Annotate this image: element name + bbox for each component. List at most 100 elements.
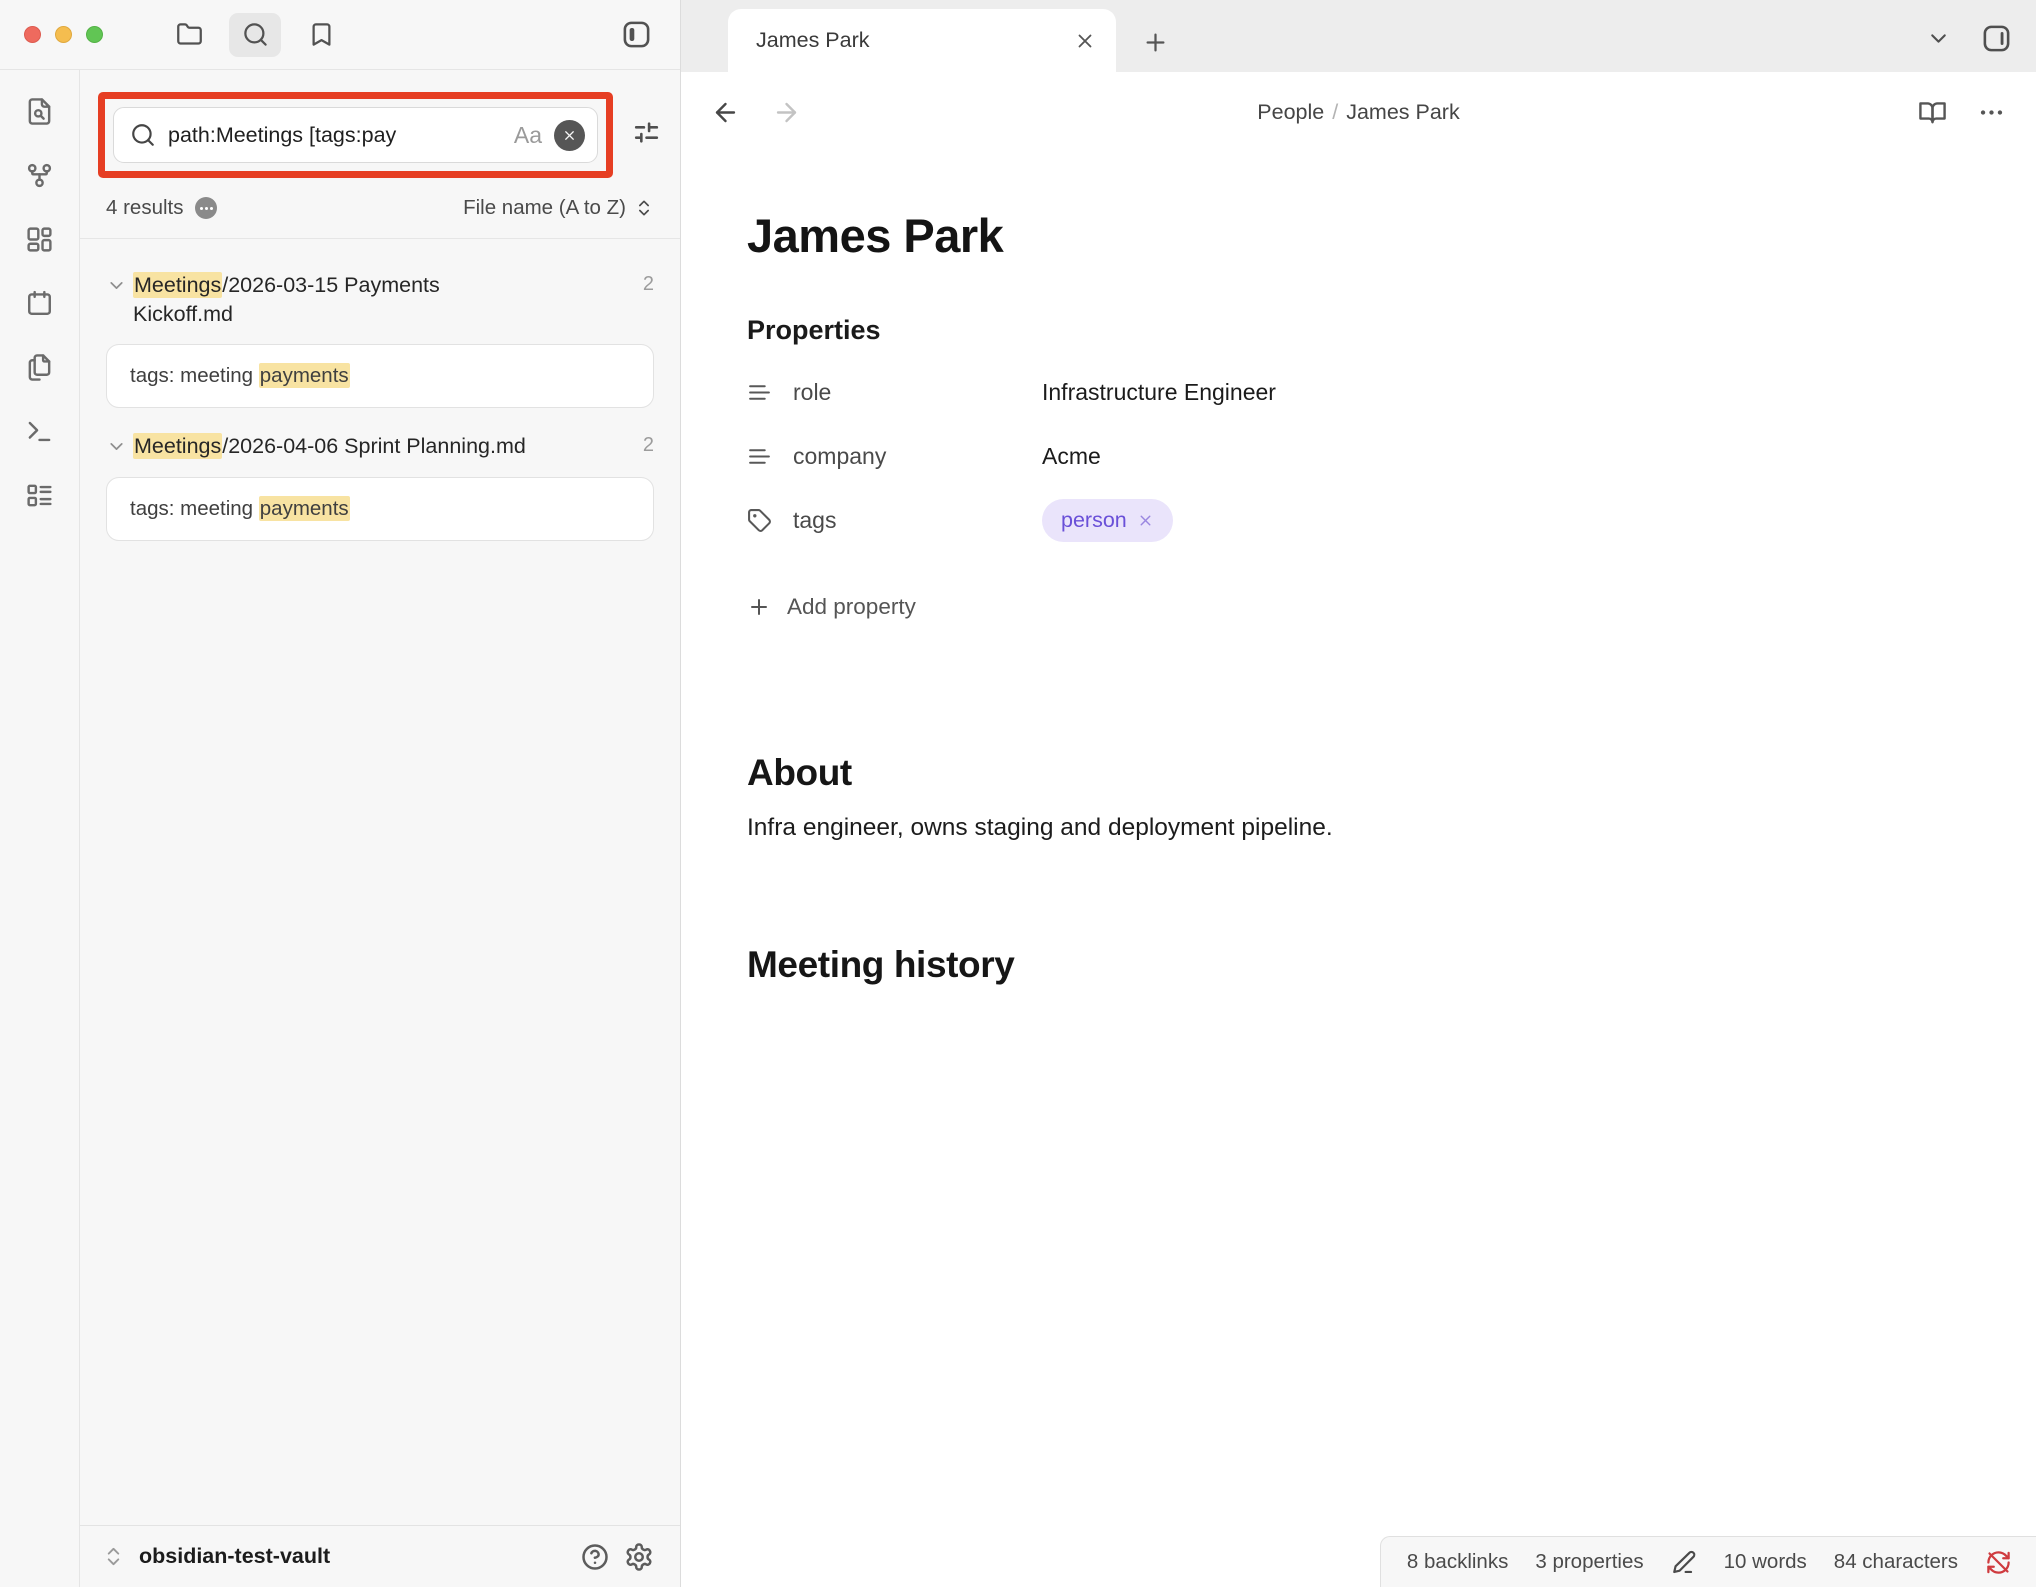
- chevron-down-icon: [106, 275, 127, 296]
- search-results: Meetings/2026-03-15 Payments Kickoff.md …: [80, 238, 680, 1525]
- arrow-right-icon: [772, 98, 801, 127]
- templates-button[interactable]: [25, 352, 55, 382]
- bookmarks-toggle-button[interactable]: [295, 13, 347, 57]
- tab-title: James Park: [756, 28, 1070, 53]
- word-count[interactable]: 10 words: [1724, 1550, 1807, 1574]
- property-value[interactable]: Infrastructure Engineer: [1042, 379, 1276, 406]
- note-body: James Park Properties role Infrastructur…: [681, 152, 2036, 1587]
- help-button[interactable]: [580, 1542, 610, 1572]
- plus-icon: [1142, 29, 1169, 56]
- sync-status-button[interactable]: [1985, 1549, 2012, 1576]
- terminal-icon: [25, 417, 54, 446]
- result-file-name: Meetings/2026-04-06 Sprint Planning.md: [133, 432, 533, 461]
- graph-icon: [25, 161, 54, 190]
- chevron-down-icon: [106, 436, 127, 457]
- note-title[interactable]: James Park: [747, 208, 1976, 263]
- reading-view-button[interactable]: [1918, 98, 1947, 127]
- layout-list-button[interactable]: [25, 480, 55, 510]
- search-input[interactable]: [168, 123, 502, 148]
- plus-icon: [747, 595, 771, 619]
- search-icon: [130, 122, 156, 148]
- status-bar: 8 backlinks 3 properties 10 words 84 cha…: [1380, 1536, 2036, 1587]
- clear-search-button[interactable]: [554, 120, 585, 151]
- ellipsis-badge-icon[interactable]: [195, 197, 217, 219]
- align-left-icon[interactable]: [747, 380, 772, 405]
- file-search-button[interactable]: [25, 96, 55, 126]
- search-icon: [242, 21, 269, 48]
- add-property-button[interactable]: Add property: [747, 594, 1976, 620]
- about-heading[interactable]: About: [747, 752, 1976, 794]
- settings-gear-icon: [624, 1542, 654, 1572]
- vault-name[interactable]: obsidian-test-vault: [139, 1544, 330, 1569]
- files-toggle-button[interactable]: [163, 13, 215, 57]
- match-snippet[interactable]: tags: meeting payments: [106, 477, 654, 541]
- result-title-row[interactable]: Meetings/2026-04-06 Sprint Planning.md 2: [106, 432, 654, 461]
- edit-mode-button[interactable]: [1671, 1549, 1697, 1575]
- calendar-icon: [25, 289, 54, 318]
- sort-order-button[interactable]: File name (A to Z): [463, 196, 654, 220]
- meeting-history-heading[interactable]: Meeting history: [747, 944, 1976, 986]
- tag-icon[interactable]: [747, 508, 772, 533]
- arrow-left-icon: [711, 98, 740, 127]
- graph-view-button[interactable]: [25, 160, 55, 190]
- daily-note-button[interactable]: [25, 288, 55, 318]
- copy-icon: [25, 353, 54, 382]
- canvas-button[interactable]: [25, 224, 55, 254]
- match-case-toggle[interactable]: Aa: [514, 122, 542, 149]
- new-tab-button[interactable]: [1142, 29, 1169, 56]
- collapse-left-sidebar-button[interactable]: [621, 19, 652, 50]
- zoom-window-button[interactable]: [86, 26, 103, 43]
- expand-right-sidebar-button[interactable]: [1981, 23, 2012, 54]
- tag-pill-person[interactable]: person: [1042, 499, 1173, 542]
- about-text[interactable]: Infra engineer, owns staging and deploym…: [747, 814, 1976, 842]
- breadcrumb: People/James Park: [681, 100, 2036, 125]
- search-settings-button[interactable]: [631, 117, 662, 153]
- breadcrumb-current[interactable]: James Park: [1346, 100, 1460, 124]
- property-name[interactable]: tags: [793, 507, 836, 534]
- tab-james-park[interactable]: James Park: [728, 9, 1116, 72]
- navigate-back-button[interactable]: [711, 98, 740, 127]
- close-icon: [562, 128, 577, 143]
- panel-right-icon: [1981, 23, 2012, 54]
- character-count[interactable]: 84 characters: [1834, 1550, 1958, 1574]
- pencil-icon: [1671, 1549, 1697, 1575]
- breadcrumb-separator: /: [1324, 100, 1346, 124]
- tab-bar: James Park: [681, 0, 2036, 72]
- breadcrumb-parent[interactable]: People: [1257, 100, 1324, 124]
- backlinks-count[interactable]: 8 backlinks: [1407, 1550, 1508, 1574]
- properties-count[interactable]: 3 properties: [1535, 1550, 1643, 1574]
- properties-heading[interactable]: Properties: [747, 315, 1976, 346]
- more-horizontal-icon: [1977, 98, 2006, 127]
- ribbon: [0, 70, 80, 1587]
- results-count: 4 results: [106, 196, 183, 220]
- properties-list: role Infrastructure Engineer company Acm…: [747, 360, 1976, 552]
- chevrons-up-down-icon[interactable]: [102, 1545, 125, 1568]
- sort-label: File name (A to Z): [463, 196, 626, 220]
- settings-button[interactable]: [624, 1542, 654, 1572]
- align-left-icon[interactable]: [747, 444, 772, 469]
- property-name[interactable]: role: [793, 379, 831, 406]
- left-sidebar: Aa 4 results File name (A to Z): [0, 0, 681, 1587]
- match-count: 2: [643, 271, 654, 296]
- result-title-row[interactable]: Meetings/2026-03-15 Payments Kickoff.md …: [106, 271, 654, 328]
- search-field[interactable]: Aa: [113, 107, 598, 163]
- close-tab-button[interactable]: [1070, 26, 1100, 56]
- close-window-button[interactable]: [24, 26, 41, 43]
- tab-list-button[interactable]: [1926, 26, 1951, 51]
- match-snippet[interactable]: tags: meeting payments: [106, 344, 654, 408]
- sliders-icon: [631, 117, 662, 148]
- help-icon: [580, 1542, 610, 1572]
- property-name[interactable]: company: [793, 443, 886, 470]
- property-value[interactable]: Acme: [1042, 443, 1101, 470]
- remove-tag-button[interactable]: [1137, 512, 1154, 529]
- more-options-button[interactable]: [1977, 98, 2006, 127]
- navigate-forward-button[interactable]: [772, 98, 801, 127]
- search-toggle-button[interactable]: [229, 13, 281, 57]
- obsidian-window: Aa 4 results File name (A to Z): [0, 0, 2036, 1587]
- panel-left-icon: [621, 19, 652, 50]
- minimize-window-button[interactable]: [55, 26, 72, 43]
- close-icon: [1137, 512, 1154, 529]
- terminal-button[interactable]: [25, 416, 55, 446]
- main-pane: James Park: [681, 0, 2036, 1587]
- bookmark-icon: [308, 21, 335, 48]
